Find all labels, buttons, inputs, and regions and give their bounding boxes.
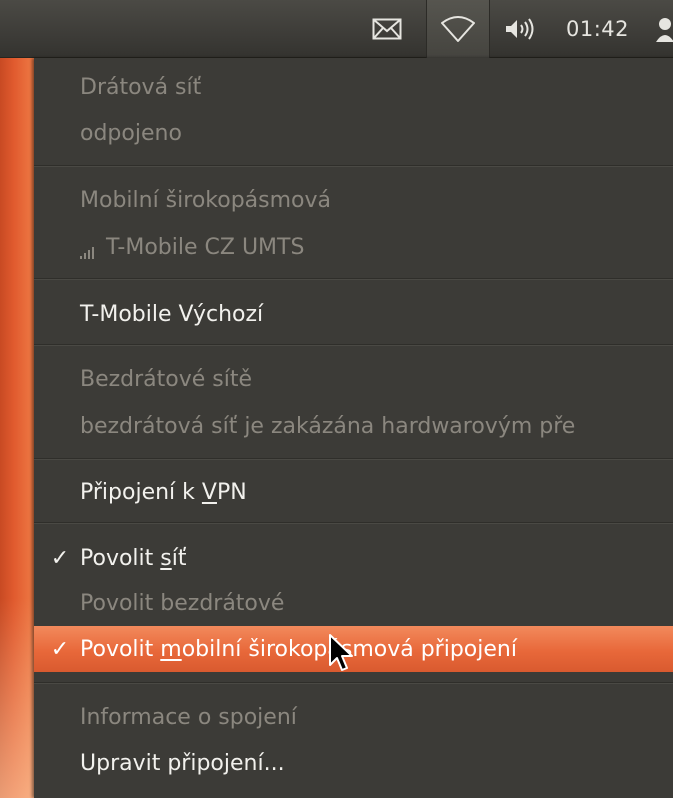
menu-item-enable-network[interactable]: ✓ Povolit síť (34, 535, 673, 581)
vpn-label-suffix: PN (216, 479, 247, 505)
menu-item-mobile-header: Mobilní širokopásmová (34, 177, 673, 223)
menu-item-wired-header: Drátová síť (34, 64, 673, 110)
vpn-label-prefix: Připojení k (80, 479, 202, 505)
network-menu: Drátová síť odpojeno Mobilní širokopásmo… (34, 58, 673, 798)
menu-item-vpn[interactable]: Připojení k VPN (34, 469, 673, 515)
checkmark-icon: ✓ (50, 636, 70, 662)
menu-separator (34, 682, 673, 684)
enable-wireless-label: Povolit bezdrátové (80, 590, 285, 616)
menu-separator (34, 344, 673, 346)
signal-strength-icon (80, 240, 98, 259)
checkmark-icon: ✓ (50, 545, 70, 571)
volume-icon[interactable] (494, 0, 550, 58)
menu-item-edit-connections[interactable]: Upravit připojení... (34, 740, 673, 786)
enable-network-prefix: Povolit (80, 545, 161, 571)
network-wireless-icon[interactable] (426, 0, 490, 58)
menu-item-mobile-default[interactable]: T-Mobile Výchozí (34, 291, 673, 337)
vpn-label-mnemonic: V (201, 479, 217, 505)
menu-item-mobile-network: T-Mobile CZ UMTS (34, 224, 673, 270)
menu-separator (34, 522, 673, 524)
enable-mobile-prefix: Povolit (80, 636, 161, 662)
enable-network-suffix: íť (171, 545, 187, 571)
wired-status-label: odpojeno (80, 120, 182, 146)
enable-mobile-label: Povolit mobilní širokopásmová připojení (80, 637, 517, 662)
wireless-status-label: bezdrátová síť je zakázána hardwarovým p… (80, 413, 576, 439)
connection-info-label: Informace o spojení (80, 704, 297, 730)
menu-separator (34, 278, 673, 280)
vpn-label: Připojení k VPN (80, 480, 247, 505)
desktop-screen: 01:42 Drátová síť odpojeno Mobilní širok… (0, 0, 673, 798)
enable-network-mnemonic: s (160, 545, 172, 571)
mail-icon[interactable] (362, 0, 412, 58)
mobile-title-label: Mobilní širokopásmová (80, 187, 331, 213)
top-panel: 01:42 (0, 0, 673, 58)
wireless-title-label: Bezdrátové sítě (80, 366, 253, 392)
menu-item-enable-wireless: Povolit bezdrátové (34, 580, 673, 626)
mobile-network-label: T-Mobile CZ UMTS (106, 234, 305, 260)
enable-network-label: Povolit síť (80, 546, 186, 571)
wired-title-label: Drátová síť (80, 74, 202, 100)
enable-mobile-suffix: obilní širokopásmová připojení (181, 636, 517, 662)
menu-item-enable-mobile[interactable]: ✓ Povolit mobilní širokopásmová připojen… (34, 626, 673, 672)
menu-item-wired-status: odpojeno (34, 110, 673, 156)
clock[interactable]: 01:42 (554, 0, 654, 58)
menu-item-wireless-header: Bezdrátové sítě (34, 356, 673, 402)
menu-item-wireless-status: bezdrátová síť je zakázána hardwarovým p… (34, 403, 673, 449)
edit-connections-label: Upravit připojení... (80, 750, 285, 776)
user-icon[interactable] (656, 0, 673, 58)
enable-mobile-mnemonic: m (160, 636, 182, 662)
menu-separator (34, 458, 673, 460)
menu-item-connection-info: Informace o spojení (34, 694, 673, 740)
desktop-wallpaper (0, 58, 34, 798)
mobile-default-label: T-Mobile Výchozí (80, 301, 264, 327)
menu-separator (34, 165, 673, 167)
